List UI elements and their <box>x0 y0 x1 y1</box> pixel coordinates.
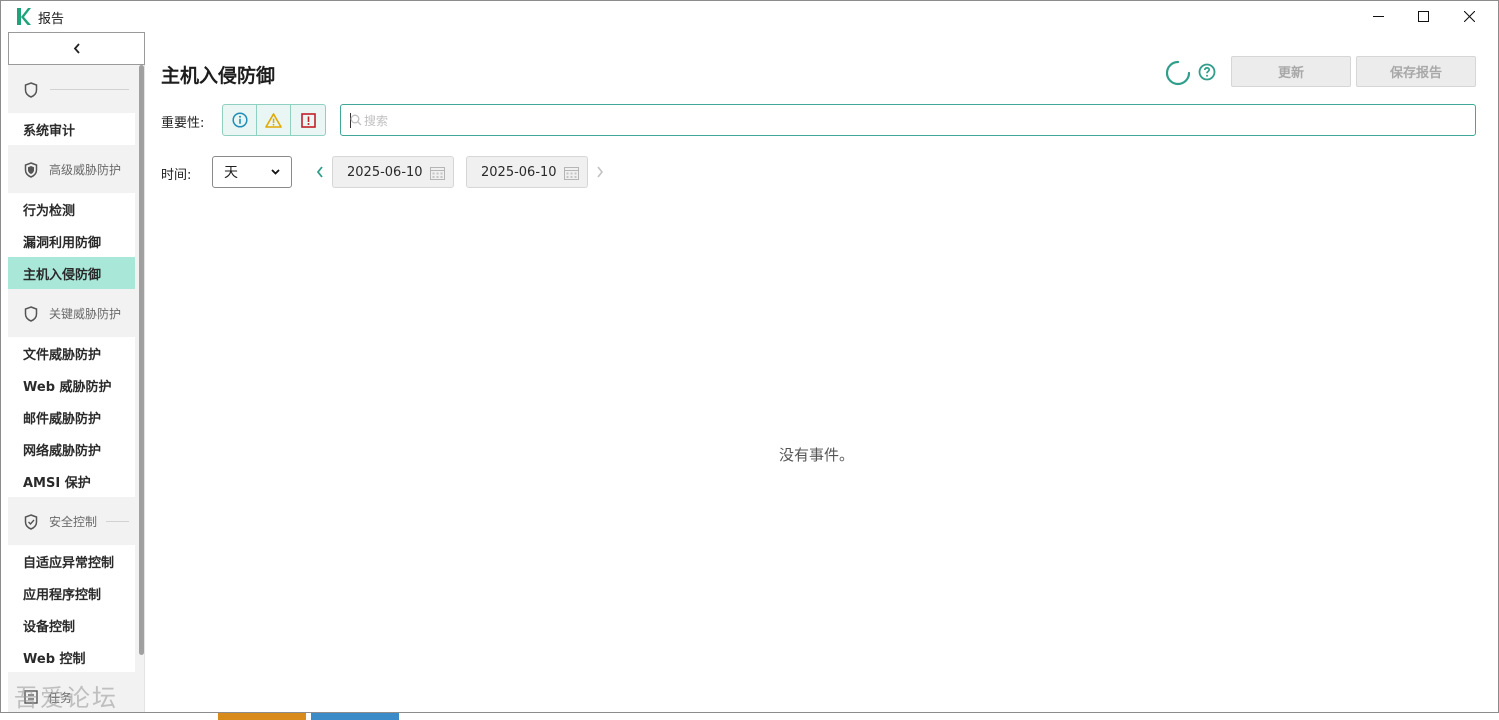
date-from-field[interactable]: 2025-06-10 <box>332 156 454 188</box>
sidebar-item-file-threat[interactable]: 文件威胁防护 <box>8 337 135 369</box>
severity-filter <box>222 104 326 136</box>
nav-group-label: 安全控制 <box>49 515 98 529</box>
period-select[interactable]: 天 <box>212 156 292 188</box>
sidebar-item-system-audit[interactable]: 系统审计 <box>8 113 135 145</box>
severity-label: 重要性: <box>161 116 205 131</box>
nav-group-security-controls: 安全控制 <box>8 497 135 545</box>
minimize-icon <box>1372 16 1384 17</box>
search-input[interactable] <box>364 111 1464 130</box>
close-icon <box>1463 11 1475 22</box>
shield-icon <box>24 306 38 322</box>
sidebar-item-host-intrusion-prevention[interactable]: 主机入侵防御 <box>8 257 135 289</box>
calendar-icon <box>430 167 445 180</box>
sidebar-item-network-threat[interactable]: 网络威胁防护 <box>8 433 135 465</box>
shield-filled-icon <box>24 162 38 178</box>
maximize-icon <box>1417 11 1429 22</box>
kaspersky-logo-icon <box>17 8 31 25</box>
nav-group-audit <box>8 65 135 113</box>
taskbar-app-orange <box>218 713 306 720</box>
nav-group-essential-threat: 关键威胁防护 <box>8 289 135 337</box>
taskbar-app-blue <box>311 713 399 720</box>
loading-spinner-icon <box>1165 60 1191 86</box>
sidebar-nav: 系统审计 高级威胁防护 行为检测 漏洞利用防御 主机入侵防御 关键威胁防护 文件… <box>8 65 135 673</box>
nav-group-label: 关键威胁防护 <box>49 307 122 321</box>
report-window: 报告 系统审计 高级威胁防护 行为检测 漏洞利用防御 主机入侵防御 关键威胁防护… <box>0 0 1499 713</box>
sidebar-item-exploit-prevention[interactable]: 漏洞利用防御 <box>8 225 135 257</box>
watermark-text: 吾爱论坛 <box>14 684 118 712</box>
sidebar-scrollbar[interactable] <box>139 65 144 655</box>
group-divider <box>50 89 129 90</box>
sidebar: 系统审计 高级威胁防护 行为检测 漏洞利用防御 主机入侵防御 关键威胁防护 文件… <box>8 32 145 712</box>
collapse-sidebar-button[interactable] <box>8 32 145 65</box>
calendar-icon <box>564 167 579 180</box>
period-value: 天 <box>224 165 238 181</box>
refresh-button[interactable]: 更新 <box>1231 56 1351 87</box>
info-icon <box>231 112 248 128</box>
nav-group-label: 高级威胁防护 <box>49 163 122 177</box>
sidebar-item-device-control[interactable]: 设备控制 <box>8 609 135 641</box>
severity-info-button[interactable] <box>223 105 257 135</box>
nav-group-advanced-threat: 高级威胁防护 <box>8 145 135 193</box>
sidebar-item-mail-threat[interactable]: 邮件威胁防护 <box>8 401 135 433</box>
sidebar-item-web-control[interactable]: Web 控制 <box>8 641 135 673</box>
critical-icon <box>300 112 316 128</box>
date-from-value: 2025-06-10 <box>347 164 423 180</box>
date-to-field[interactable]: 2025-06-10 <box>466 156 588 188</box>
page-title: 主机入侵防御 <box>161 65 276 87</box>
warning-icon <box>265 112 282 128</box>
save-report-button[interactable]: 保存报告 <box>1356 56 1476 87</box>
severity-warning-button[interactable] <box>257 105 291 135</box>
search-box[interactable] <box>340 104 1476 136</box>
chevron-down-icon <box>271 169 280 175</box>
minimize-button[interactable] <box>1355 1 1401 32</box>
shield-icon <box>24 82 38 98</box>
previous-period-button[interactable] <box>315 165 325 179</box>
search-icon <box>350 114 362 126</box>
next-period-button[interactable] <box>595 165 605 179</box>
title-bar: 报告 <box>1 1 1498 32</box>
close-button[interactable] <box>1446 1 1492 32</box>
sidebar-item-amsi[interactable]: AMSI 保护 <box>8 465 135 497</box>
group-divider <box>106 521 129 522</box>
shield-check-icon <box>24 514 38 530</box>
sidebar-item-application-control[interactable]: 应用程序控制 <box>8 577 135 609</box>
sidebar-item-adaptive-anomaly[interactable]: 自适应异常控制 <box>8 545 135 577</box>
chevron-left-icon <box>73 43 80 54</box>
window-title: 报告 <box>38 12 65 27</box>
time-label: 时间: <box>161 168 192 183</box>
empty-state-message: 没有事件。 <box>779 446 855 464</box>
help-icon[interactable] <box>1198 63 1216 81</box>
date-to-value: 2025-06-10 <box>481 164 557 180</box>
sidebar-item-web-threat[interactable]: Web 威胁防护 <box>8 369 135 401</box>
severity-critical-button[interactable] <box>291 105 325 135</box>
main-content: 主机入侵防御 更新 保存报告 重要性: 时 <box>146 32 1498 712</box>
maximize-button[interactable] <box>1400 1 1446 32</box>
sidebar-item-behavior-detection[interactable]: 行为检测 <box>8 193 135 225</box>
